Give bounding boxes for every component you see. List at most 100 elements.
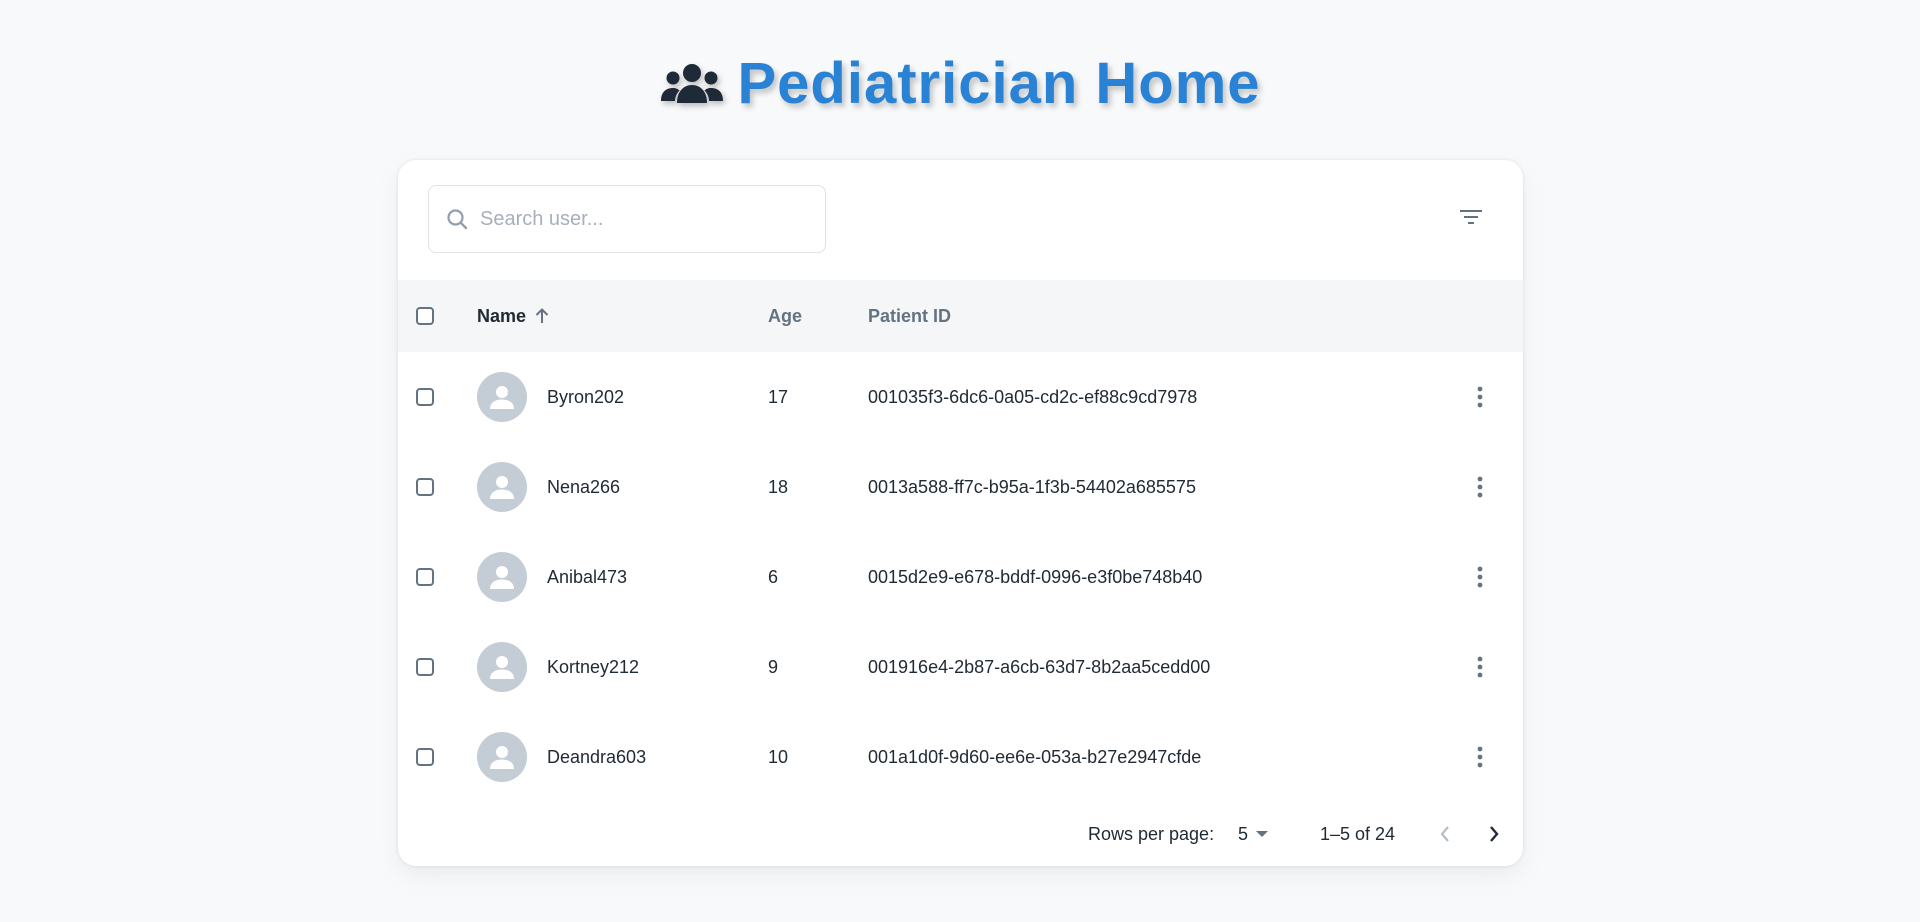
patient-id: 001035f3-6dc6-0a05-cd2c-ef88c9cd7978 bbox=[868, 386, 1198, 407]
users-group-icon bbox=[659, 62, 725, 106]
person-icon bbox=[490, 656, 514, 679]
search-input[interactable] bbox=[480, 199, 800, 239]
name-cell: Nena266 bbox=[477, 442, 620, 532]
page-title: Pediatrician Home bbox=[737, 51, 1261, 116]
more-options-button[interactable] bbox=[1460, 737, 1500, 777]
more-options-button[interactable] bbox=[1460, 377, 1500, 417]
column-label-age: Age bbox=[768, 305, 803, 326]
column-header-age[interactable]: Age bbox=[768, 280, 802, 352]
avatar bbox=[477, 462, 527, 512]
name-cell: Byron202 bbox=[477, 352, 624, 442]
column-header-name[interactable]: Name bbox=[477, 280, 550, 352]
rows-per-page-label: Rows per page: bbox=[1088, 823, 1215, 844]
table-row[interactable]: Deandra603 10 001a1d0f-9d60-ee6e-053a-b2… bbox=[398, 712, 1523, 802]
row-select-cell bbox=[416, 622, 434, 712]
chevron-left-icon bbox=[1440, 826, 1449, 842]
age-cell: 6 bbox=[768, 532, 778, 622]
table-toolbar bbox=[398, 160, 1523, 280]
more-vertical-icon bbox=[1477, 566, 1483, 588]
patient-id: 0015d2e9-e678-bddf-0996-e3f0be748b40 bbox=[868, 566, 1203, 587]
patient-name: Kortney212 bbox=[547, 656, 640, 677]
patient-age: 9 bbox=[768, 656, 779, 677]
table-row[interactable]: Anibal473 6 0015d2e9-e678-bddf-0996-e3f0… bbox=[398, 532, 1523, 622]
column-label-name: Name bbox=[477, 305, 527, 326]
row-select-cell bbox=[416, 712, 434, 802]
row-actions-cell bbox=[1460, 352, 1500, 442]
patient-id-cell: 001035f3-6dc6-0a05-cd2c-ef88c9cd7978 bbox=[868, 352, 1197, 442]
row-actions-cell bbox=[1460, 712, 1500, 802]
more-options-button[interactable] bbox=[1460, 557, 1500, 597]
filter-list-icon bbox=[1460, 209, 1482, 230]
more-vertical-icon bbox=[1477, 656, 1483, 678]
table-pagination: Rows per page: 5 1–5 of 24 bbox=[398, 812, 1523, 856]
name-cell: Anibal473 bbox=[477, 532, 627, 622]
patient-id-cell: 001916e4-2b87-a6cb-63d7-8b2aa5cedd00 bbox=[868, 622, 1210, 712]
more-options-button[interactable] bbox=[1460, 467, 1500, 507]
search-icon bbox=[446, 208, 468, 230]
person-icon bbox=[490, 746, 514, 769]
person-icon bbox=[490, 566, 514, 589]
row-checkbox[interactable] bbox=[416, 748, 434, 766]
row-actions-cell bbox=[1460, 442, 1500, 532]
person-icon bbox=[490, 476, 514, 499]
patient-id-cell: 0013a588-ff7c-b95a-1f3b-54402a685575 bbox=[868, 442, 1196, 532]
patient-name: Anibal473 bbox=[547, 566, 628, 587]
more-vertical-icon bbox=[1477, 476, 1483, 498]
column-header-patient-id[interactable]: Patient ID bbox=[868, 280, 951, 352]
table-row[interactable]: Nena266 18 0013a588-ff7c-b95a-1f3b-54402… bbox=[398, 442, 1523, 532]
row-checkbox[interactable] bbox=[416, 568, 434, 586]
patient-age: 17 bbox=[768, 386, 789, 407]
row-select-cell bbox=[416, 532, 434, 622]
age-cell: 17 bbox=[768, 352, 788, 442]
avatar bbox=[477, 642, 527, 692]
previous-page-button[interactable] bbox=[1425, 814, 1465, 854]
row-actions-cell bbox=[1460, 622, 1500, 712]
name-cell: Kortney212 bbox=[477, 622, 639, 712]
patient-id: 0013a588-ff7c-b95a-1f3b-54402a685575 bbox=[868, 476, 1196, 497]
arrow-up-icon bbox=[534, 307, 550, 325]
next-page-button[interactable] bbox=[1474, 814, 1514, 854]
avatar bbox=[477, 552, 527, 602]
patient-age: 10 bbox=[768, 746, 789, 767]
patient-name: Nena266 bbox=[547, 476, 621, 497]
table-row[interactable]: Kortney212 9 001916e4-2b87-a6cb-63d7-8b2… bbox=[398, 622, 1523, 712]
search-box[interactable] bbox=[428, 185, 826, 253]
more-vertical-icon bbox=[1477, 386, 1483, 408]
table-header-row: Name Age Patient ID bbox=[398, 280, 1523, 352]
column-label-patient-id: Patient ID bbox=[868, 305, 952, 326]
row-actions-cell bbox=[1460, 532, 1500, 622]
person-icon bbox=[490, 386, 514, 409]
patient-name: Deandra603 bbox=[547, 746, 647, 767]
patient-id: 001a1d0f-9d60-ee6e-053a-b27e2947cfde bbox=[868, 746, 1202, 767]
row-select-cell bbox=[416, 352, 434, 442]
patient-age: 18 bbox=[768, 476, 789, 497]
patient-id: 001916e4-2b87-a6cb-63d7-8b2aa5cedd00 bbox=[868, 656, 1211, 677]
age-cell: 9 bbox=[768, 622, 778, 712]
rows-per-page-select[interactable]: 5 bbox=[1238, 812, 1269, 856]
age-cell: 10 bbox=[768, 712, 788, 802]
age-cell: 18 bbox=[768, 442, 788, 532]
patient-table-card: Name Age Patient ID bbox=[398, 160, 1523, 866]
name-cell: Deandra603 bbox=[477, 712, 646, 802]
select-all-checkbox[interactable] bbox=[416, 307, 434, 325]
select-all-cell bbox=[416, 280, 434, 352]
more-vertical-icon bbox=[1477, 746, 1483, 768]
patient-age: 6 bbox=[768, 566, 779, 587]
patient-id-cell: 001a1d0f-9d60-ee6e-053a-b27e2947cfde bbox=[868, 712, 1201, 802]
row-checkbox[interactable] bbox=[416, 388, 434, 406]
caret-down-icon bbox=[1256, 831, 1269, 837]
row-select-cell bbox=[416, 442, 434, 532]
avatar bbox=[477, 372, 527, 422]
page-header: Pediatrician Home bbox=[0, 44, 1920, 124]
patient-name: Byron202 bbox=[547, 386, 625, 407]
filter-button[interactable] bbox=[1447, 195, 1495, 243]
chevron-right-icon bbox=[1490, 826, 1499, 842]
more-options-button[interactable] bbox=[1460, 647, 1500, 687]
pagination-range: 1–5 of 24 bbox=[1320, 823, 1396, 844]
avatar bbox=[477, 732, 527, 782]
table-row[interactable]: Byron202 17 001035f3-6dc6-0a05-cd2c-ef88… bbox=[398, 352, 1523, 442]
patient-id-cell: 0015d2e9-e678-bddf-0996-e3f0be748b40 bbox=[868, 532, 1202, 622]
row-checkbox[interactable] bbox=[416, 658, 434, 676]
row-checkbox[interactable] bbox=[416, 478, 434, 496]
rows-per-page-value: 5 bbox=[1238, 823, 1249, 844]
